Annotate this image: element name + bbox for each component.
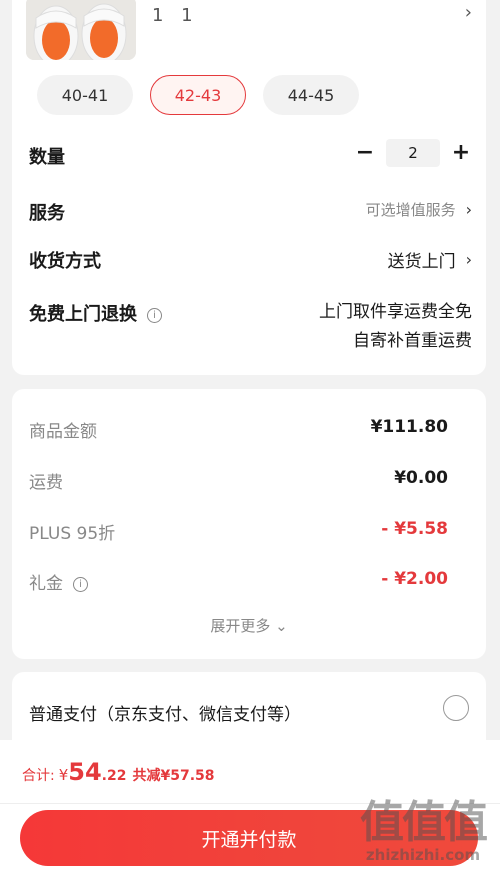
product-thumbnail[interactable]	[26, 0, 136, 60]
price-label: PLUS 95折	[29, 524, 116, 544]
free-return-line-1: 上门取件享运费全免	[319, 302, 472, 322]
quantity-input[interactable]: 2	[386, 139, 440, 167]
product-options-card: 1 1 › 40-41 42-43 44-45 数量 − 2 + 服务 可选增值…	[12, 0, 486, 375]
payment-radio[interactable]	[443, 695, 469, 721]
free-return-line-2: 自寄补首重运费	[353, 331, 472, 351]
watermark-text: zhizhizhi.com	[365, 846, 481, 864]
total-integer: 54	[68, 758, 102, 786]
chevron-right-icon: ›	[465, 200, 472, 219]
decrease-button[interactable]: −	[354, 142, 376, 164]
price-value: ¥111.80	[370, 417, 448, 437]
price-label: 商品金额	[29, 422, 97, 442]
price-label: 礼金	[29, 574, 63, 594]
order-total: 合计: ¥ 54 .22 共减¥57.58	[22, 758, 215, 786]
sku-summary: 1 1	[152, 5, 199, 26]
delivery-value: 送货上门	[387, 252, 456, 272]
info-icon[interactable]: i	[147, 307, 162, 323]
watermark-glyphs: 值值值	[360, 797, 488, 848]
price-value: - ¥2.00	[381, 569, 448, 589]
price-label: 运费	[29, 473, 63, 493]
price-value: ¥0.00	[394, 468, 448, 488]
total-currency: ¥	[58, 766, 69, 784]
expand-more-button[interactable]: 展开更多 ⌄	[12, 615, 486, 636]
watermark: 值值值 zhizhizhi.com	[360, 797, 488, 865]
increase-button[interactable]: +	[450, 142, 472, 164]
total-decimal: .22	[101, 768, 127, 784]
free-return-label-wrap: 免费上门退换 i	[29, 300, 162, 326]
chevron-right-icon: ›	[465, 250, 472, 269]
service-value: 可选增值服务	[365, 201, 456, 219]
size-option-44-45[interactable]: 44-45	[263, 75, 359, 115]
free-return-label: 免费上门退换	[29, 304, 137, 325]
size-options: 40-41 42-43 44-45	[12, 75, 486, 119]
delivery-label: 收货方式	[29, 251, 101, 272]
free-return-details: 上门取件享运费全免 自寄补首重运费	[319, 298, 472, 356]
total-savings: 共减¥57.58	[132, 768, 215, 784]
price-summary-card: 商品金额 ¥111.80 运费 ¥0.00 PLUS 95折 - ¥5.58 礼…	[12, 389, 486, 659]
service-label: 服务	[29, 203, 65, 224]
service-value-wrap: 可选增值服务 ›	[366, 199, 472, 220]
total-label: 合计:	[22, 768, 55, 784]
chevron-down-icon: ⌄	[270, 617, 288, 635]
price-value: - ¥5.58	[381, 519, 448, 539]
slipper-image	[26, 0, 136, 60]
size-option-40-41[interactable]: 40-41	[37, 75, 133, 115]
chevron-right-icon[interactable]: ›	[465, 2, 472, 23]
price-label-wrap: 礼金 i	[29, 569, 88, 594]
quantity-label: 数量	[29, 147, 65, 168]
info-icon[interactable]: i	[73, 576, 88, 592]
size-option-42-43[interactable]: 42-43	[150, 75, 246, 115]
expand-more-label: 展开更多	[210, 617, 271, 635]
quantity-stepper: − 2 +	[354, 139, 472, 167]
payment-option-label: 普通支付（京东支付、微信支付等）	[29, 705, 301, 725]
checkout-bar: 合计: ¥ 54 .22 共减¥57.58 开通并付款 值值值 zhizhizh…	[0, 740, 500, 872]
delivery-value-wrap: 送货上门 ›	[388, 247, 472, 272]
